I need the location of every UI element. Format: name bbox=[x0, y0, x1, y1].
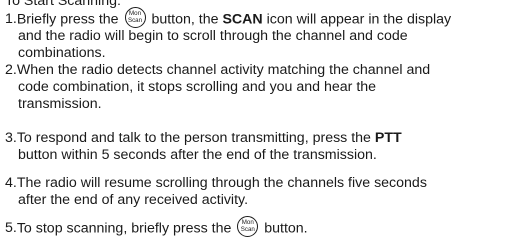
step-item: 1.Briefly press the Mon Scan button, the … bbox=[0, 7, 527, 63]
step-text: To stop scanning, briefly press the bbox=[16, 220, 236, 237]
step-text: and the radio will begin to scroll throu… bbox=[18, 28, 408, 45]
step-text: icon will appear in the display bbox=[262, 11, 452, 28]
step-text: When the radio detects channel activity … bbox=[16, 62, 431, 78]
step-line: 1.Briefly press the Mon Scan button, the … bbox=[0, 7, 527, 28]
mon-scan-icon-bottom-label: Scan bbox=[240, 225, 255, 233]
step-item: 5.To stop scanning, briefly press the Mo… bbox=[0, 216, 527, 237]
step-text: button within 5 seconds after the end of… bbox=[18, 147, 377, 164]
step-text: after the end of any received activity. bbox=[18, 192, 249, 209]
step-line: button within 5 seconds after the end of… bbox=[0, 147, 527, 164]
mon-scan-button-icon: Mon Scan bbox=[124, 7, 146, 28]
bold-keyword: PTT bbox=[374, 130, 402, 146]
step-item: 3.To respond and talk to the person tran… bbox=[0, 130, 527, 164]
step-text: The radio will resume scrolling through … bbox=[16, 175, 427, 191]
step-line: 4.The radio will resume scrolling throug… bbox=[0, 175, 527, 192]
step-number: 4. bbox=[5, 175, 17, 191]
step-item: 2.When the radio detects channel activit… bbox=[0, 62, 527, 114]
step-line: 5.To stop scanning, briefly press the Mo… bbox=[0, 216, 527, 237]
step-text: Briefly press the bbox=[16, 11, 123, 28]
step-number: 1. bbox=[5, 11, 17, 28]
step-line: combinations. bbox=[0, 45, 527, 62]
step-number: 5. bbox=[5, 220, 17, 237]
step-text: button, the bbox=[147, 11, 223, 28]
bold-keyword: SCAN bbox=[222, 11, 263, 28]
instruction-page: To Start Scanning: 1.Briefly press the M… bbox=[0, 0, 527, 242]
step-text: To respond and talk to the person transm… bbox=[16, 130, 375, 146]
step-number: 2. bbox=[5, 62, 17, 78]
step-line: 3.To respond and talk to the person tran… bbox=[0, 130, 527, 147]
step-text: transmission. bbox=[18, 96, 102, 113]
step-text: combinations. bbox=[18, 45, 106, 62]
step-line: code combination, it stops scrolling and… bbox=[0, 79, 527, 96]
step-item: 4.The radio will resume scrolling throug… bbox=[0, 175, 527, 209]
step-line: 2.When the radio detects channel activit… bbox=[0, 62, 527, 79]
step-text: button. bbox=[260, 220, 308, 237]
mon-scan-button-icon: Mon Scan bbox=[237, 216, 259, 237]
section-heading: To Start Scanning: bbox=[5, 0, 121, 9]
step-line: after the end of any received activity. bbox=[0, 192, 527, 209]
step-line: transmission. bbox=[0, 96, 527, 113]
step-line: and the radio will begin to scroll throu… bbox=[0, 28, 527, 45]
step-text: code combination, it stops scrolling and… bbox=[18, 79, 377, 96]
step-number: 3. bbox=[5, 130, 17, 146]
mon-scan-icon-bottom-label: Scan bbox=[127, 16, 143, 24]
